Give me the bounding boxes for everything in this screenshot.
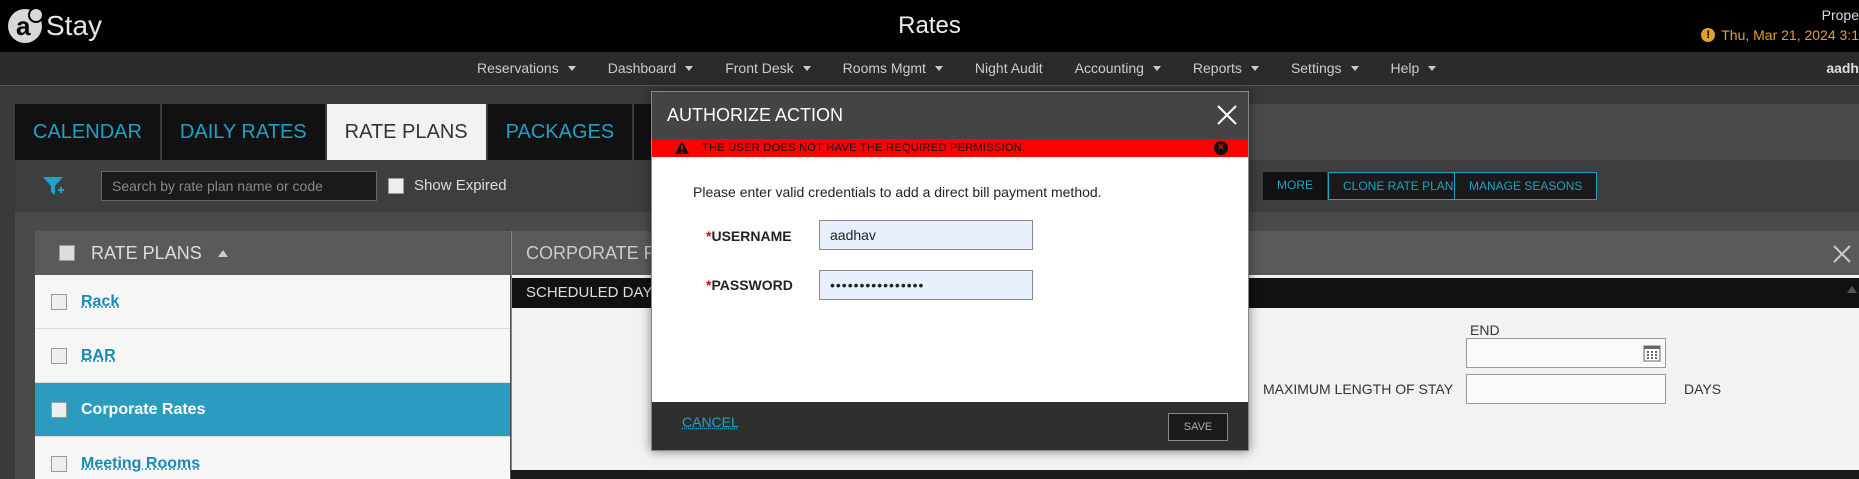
user-menu[interactable]: aadh bbox=[1826, 60, 1859, 76]
show-expired-checkbox[interactable] bbox=[388, 177, 404, 194]
max-stay-input[interactable] bbox=[1466, 374, 1666, 404]
nav-item-label: Reservations bbox=[477, 60, 559, 76]
chevron-down-icon bbox=[802, 65, 811, 71]
nav-item-help[interactable]: Help bbox=[1391, 60, 1437, 76]
nav-item-label: Front Desk bbox=[725, 60, 794, 76]
manage-seasons-button[interactable]: MANAGE SEASONS bbox=[1454, 172, 1598, 200]
more-button[interactable]: MORE bbox=[1263, 172, 1327, 200]
chevron-down-icon bbox=[1250, 65, 1259, 71]
date-text: Thu, Mar 21, 2024 3:1 bbox=[1721, 27, 1859, 43]
calendar-icon[interactable] bbox=[1643, 344, 1661, 362]
chevron-down-icon bbox=[934, 65, 943, 71]
days-label: DAYS bbox=[1684, 381, 1722, 397]
error-message: THE USER DOES NOT HAVE THE REQUIRED PERM… bbox=[702, 142, 1026, 154]
select-all-checkbox[interactable] bbox=[59, 245, 75, 261]
close-dialog-icon[interactable] bbox=[1216, 104, 1238, 126]
top-bar: a Stay Rates Prope ! Thu, Mar 21, 2024 3… bbox=[0, 0, 1859, 52]
scroll-up-icon[interactable] bbox=[1847, 286, 1857, 293]
nav-item-settings[interactable]: Settings bbox=[1291, 60, 1359, 76]
show-expired-label: Show Expired bbox=[414, 177, 507, 194]
detail-footer-strip bbox=[511, 470, 1859, 479]
tab-rate-plans[interactable]: RATE PLANS bbox=[326, 104, 488, 160]
password-label: *PASSWORD bbox=[706, 277, 793, 293]
rate-plan-link[interactable]: Rack bbox=[81, 293, 119, 311]
close-detail-icon[interactable] bbox=[1831, 243, 1853, 265]
main-nav: Reservations Dashboard Front Desk Rooms Mgm… bbox=[0, 52, 1859, 86]
nav-item-reports[interactable]: Reports bbox=[1193, 60, 1259, 76]
rates-tabs: CALENDARDAILY RATESRATE PLANSPACKAGESUPG… bbox=[15, 104, 744, 160]
property-label[interactable]: Prope bbox=[1822, 7, 1859, 23]
rate-plan-checkbox[interactable] bbox=[51, 455, 67, 472]
dialog-title: AUTHORIZE ACTION bbox=[667, 105, 844, 125]
tab-daily-rates[interactable]: DAILY RATES bbox=[161, 104, 327, 160]
nav-item-label: Settings bbox=[1290, 60, 1342, 76]
sort-asc-icon[interactable] bbox=[217, 249, 228, 257]
nav-item-label: Help bbox=[1390, 60, 1420, 76]
nav-item-accounting[interactable]: Accounting bbox=[1075, 60, 1161, 76]
nav-item-rooms-mgmt[interactable]: Rooms Mgmt bbox=[843, 60, 943, 76]
dismiss-error-icon[interactable]: × bbox=[1214, 141, 1228, 155]
filter-icon[interactable] bbox=[41, 174, 65, 198]
chevron-down-icon bbox=[1350, 65, 1359, 71]
max-stay-label: MAXIMUM LENGTH OF STAY bbox=[1263, 381, 1454, 397]
authorize-action-dialog: AUTHORIZE ACTION THE USER DOES NOT HAVE … bbox=[651, 91, 1249, 451]
business-date: ! Thu, Mar 21, 2024 3:1 bbox=[1701, 27, 1859, 43]
rate-plan-checkbox[interactable] bbox=[51, 347, 67, 364]
nav-item-label: Reports bbox=[1192, 60, 1242, 76]
tab-calendar[interactable]: CALENDAR bbox=[15, 104, 162, 160]
save-button[interactable]: SAVE bbox=[1168, 413, 1228, 441]
nav-item-label: Dashboard bbox=[607, 60, 677, 76]
warning-icon: ! bbox=[1701, 28, 1716, 42]
username-field[interactable]: aadhav bbox=[819, 220, 1033, 250]
tab-packages[interactable]: PACKAGES bbox=[487, 104, 635, 160]
rate-plan-checkbox[interactable] bbox=[51, 293, 67, 310]
nav-item-night-audit[interactable]: Night Audit bbox=[975, 60, 1043, 76]
rate-plan-checkbox[interactable] bbox=[51, 401, 67, 418]
rate-plan-search-input[interactable]: Search by rate plan name or code bbox=[101, 171, 377, 201]
chevron-down-icon bbox=[685, 65, 694, 71]
rate-plans-header[interactable]: RATE PLANS bbox=[35, 231, 510, 275]
chevron-down-icon bbox=[1428, 65, 1437, 71]
username-label: *USERNAME bbox=[706, 228, 792, 244]
rate-plans-list: RATE PLANS Rack BAR Corporate Rates Meeting… bbox=[35, 231, 510, 479]
nav-item-label: Rooms Mgmt bbox=[842, 60, 926, 76]
clone-rate-plan-button[interactable]: CLONE RATE PLAN bbox=[1328, 172, 1469, 200]
end-date-input[interactable] bbox=[1466, 338, 1666, 368]
rate-plan-link[interactable]: Corporate Rates bbox=[81, 401, 205, 419]
dialog-footer: CANCEL SAVE bbox=[652, 402, 1248, 450]
rate-plan-row[interactable]: Corporate Rates bbox=[35, 383, 510, 437]
rate-plan-row[interactable]: BAR bbox=[35, 329, 510, 383]
show-expired-toggle[interactable]: Show Expired bbox=[388, 177, 507, 194]
dialog-message: Please enter valid credentials to add a … bbox=[693, 184, 1102, 200]
nav-item-front-desk[interactable]: Front Desk bbox=[725, 60, 811, 76]
rate-plan-link[interactable]: Meeting Rooms bbox=[81, 455, 200, 473]
cancel-button[interactable]: CANCEL bbox=[682, 414, 739, 430]
nav-item-dashboard[interactable]: Dashboard bbox=[608, 60, 694, 76]
rate-plans-header-label: RATE PLANS bbox=[91, 242, 202, 263]
chevron-down-icon bbox=[567, 65, 576, 71]
nav-item-label: Accounting bbox=[1074, 60, 1144, 76]
page-title: Rates bbox=[898, 12, 961, 39]
error-banner: THE USER DOES NOT HAVE THE REQUIRED PERM… bbox=[652, 139, 1248, 157]
rate-plan-row[interactable]: Rack bbox=[35, 275, 510, 329]
chevron-down-icon bbox=[1152, 65, 1161, 71]
nav-item-label: Night Audit bbox=[974, 60, 1043, 76]
rate-plan-link[interactable]: BAR bbox=[81, 347, 116, 365]
nav-item-reservations[interactable]: Reservations bbox=[477, 60, 576, 76]
dialog-header: AUTHORIZE ACTION bbox=[652, 92, 1248, 139]
warning-triangle-icon bbox=[675, 141, 689, 154]
password-field[interactable]: •••••••••••••••• bbox=[819, 270, 1033, 300]
end-label: END bbox=[1470, 322, 1500, 338]
rate-plan-row[interactable]: Meeting Rooms bbox=[35, 437, 510, 479]
